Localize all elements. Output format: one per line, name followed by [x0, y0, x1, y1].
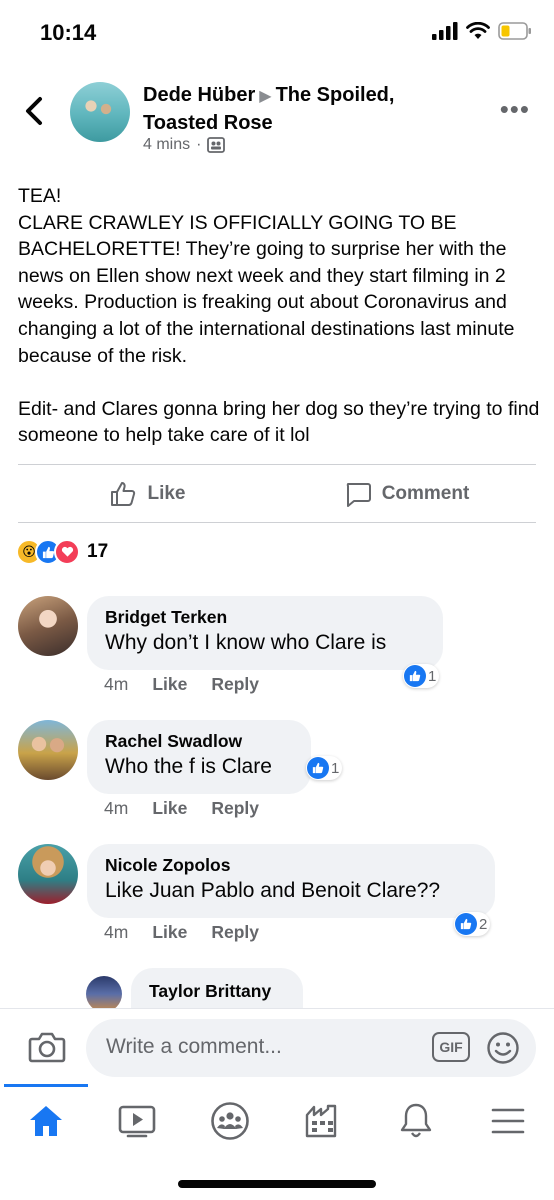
camera-icon[interactable]: [28, 1031, 66, 1063]
post-time[interactable]: 4 mins: [143, 136, 190, 154]
comment-like-button[interactable]: Like: [152, 798, 187, 819]
reactions-summary[interactable]: 😮 17: [16, 539, 108, 565]
comment-bubble[interactable]: Rachel Swadlow Who the f is Clare: [87, 720, 311, 794]
comment-time: 4m: [104, 798, 129, 818]
notifications-icon: [400, 1103, 432, 1138]
more-icon[interactable]: •••: [500, 96, 530, 122]
status-bar: 10:14: [0, 0, 554, 60]
comment-like-count[interactable]: 2: [454, 912, 491, 936]
comment-button[interactable]: Comment: [277, 465, 536, 522]
comment-like-button[interactable]: Like: [152, 922, 187, 943]
comment-icon: [346, 482, 371, 507]
tab-notifications[interactable]: [386, 1098, 446, 1144]
tab-bar: [0, 1084, 554, 1200]
status-time: 10:14: [40, 20, 97, 45]
commenter-avatar[interactable]: [18, 844, 78, 904]
groups-icon: [211, 1102, 249, 1140]
comment-bubble[interactable]: Bridget Terken Why don’t I know who Clar…: [87, 596, 443, 670]
watch-icon: [118, 1105, 156, 1138]
comment-input[interactable]: Write a comment... GIF: [86, 1019, 536, 1077]
home-icon: [30, 1106, 62, 1136]
like-count: 1: [331, 759, 340, 777]
commenter-name[interactable]: Bridget Terken: [105, 606, 425, 628]
commenter-name[interactable]: Rachel Swadlow: [105, 730, 293, 752]
like-reaction-icon: [455, 913, 477, 935]
like-button[interactable]: Like: [18, 465, 277, 522]
comment-like-button[interactable]: Like: [152, 674, 187, 695]
comment-like-count[interactable]: 1: [306, 756, 343, 780]
battery-icon: [498, 22, 531, 40]
tab-menu[interactable]: [478, 1098, 538, 1144]
post-author-line: Dede Hüber ▶ The Spoiled, Toasted Rose: [143, 82, 453, 136]
comment-reply-button[interactable]: Reply: [211, 798, 259, 819]
comment-bubble[interactable]: Nicole Zopolos Like Juan Pablo and Benoi…: [87, 844, 495, 918]
comment-text: Like Juan Pablo and Benoit Clare??: [105, 879, 441, 902]
comment-composer: Write a comment... GIF: [0, 1008, 554, 1084]
reply-item: Taylor Brittany: [0, 968, 554, 1008]
comment-label: Comment: [381, 482, 470, 504]
comment-meta: 4m Like Reply: [104, 674, 259, 695]
status-icons: [432, 22, 532, 40]
comment-bubble[interactable]: Taylor Brittany: [131, 968, 303, 1008]
post-text: TEA! CLARE CRAWLEY IS OFFICIALLY GOING T…: [18, 185, 540, 447]
like-label: Like: [147, 482, 186, 504]
author-avatar[interactable]: [70, 82, 130, 142]
comment-like-count[interactable]: 1: [403, 664, 440, 688]
comment-time: 4m: [104, 674, 129, 694]
comment-input-placeholder: Write a comment...: [106, 1035, 282, 1058]
thumbs-up-icon: [111, 481, 136, 506]
marketplace-icon: [305, 1104, 337, 1138]
signal-icon: [432, 22, 458, 40]
group-icon: [207, 137, 226, 153]
meta-separator: ·: [196, 136, 202, 153]
comment-reply-button[interactable]: Reply: [211, 922, 259, 943]
tab-watch[interactable]: [107, 1098, 167, 1144]
like-count: 1: [428, 667, 437, 685]
love-reaction-icon: [54, 539, 80, 565]
commenter-avatar[interactable]: [86, 976, 122, 1008]
post-meta: 4 mins ·: [143, 136, 226, 154]
comment-time: 4m: [104, 922, 129, 942]
post-header: Dede Hüber ▶ The Spoiled, Toasted Rose 4 m…: [0, 78, 554, 168]
reaction-count: 17: [87, 541, 109, 562]
tab-groups[interactable]: [200, 1098, 260, 1144]
comment-text: Why don’t I know who Clare is: [105, 631, 387, 654]
home-indicator: [178, 1180, 376, 1188]
comment-reply-button[interactable]: Reply: [211, 674, 259, 695]
comment-meta: 4m Like Reply: [104, 922, 259, 943]
author-name[interactable]: Dede Hüber: [143, 84, 255, 106]
like-reaction-icon: [307, 757, 329, 779]
comment-text: Who the f is Clare: [105, 755, 272, 778]
menu-icon: [491, 1108, 525, 1134]
commenter-avatar[interactable]: [18, 596, 78, 656]
emoji-icon[interactable]: [486, 1031, 520, 1065]
commenter-avatar[interactable]: [18, 720, 78, 780]
gif-button[interactable]: GIF: [432, 1032, 470, 1062]
tab-marketplace[interactable]: [292, 1098, 352, 1144]
arrow-right-icon: ▶: [259, 88, 272, 105]
like-count: 2: [479, 915, 488, 933]
wifi-icon: [466, 22, 490, 39]
commenter-name[interactable]: Nicole Zopolos: [105, 854, 477, 876]
commenter-name[interactable]: Taylor Brittany: [149, 980, 285, 1002]
active-tab-indicator: [4, 1084, 88, 1087]
like-reaction-icon: [404, 665, 426, 687]
comment-meta: 4m Like Reply: [104, 798, 259, 819]
tab-home[interactable]: [16, 1098, 76, 1144]
post-actions: Like Comment: [18, 464, 536, 523]
chevron-left-icon[interactable]: [22, 94, 48, 128]
